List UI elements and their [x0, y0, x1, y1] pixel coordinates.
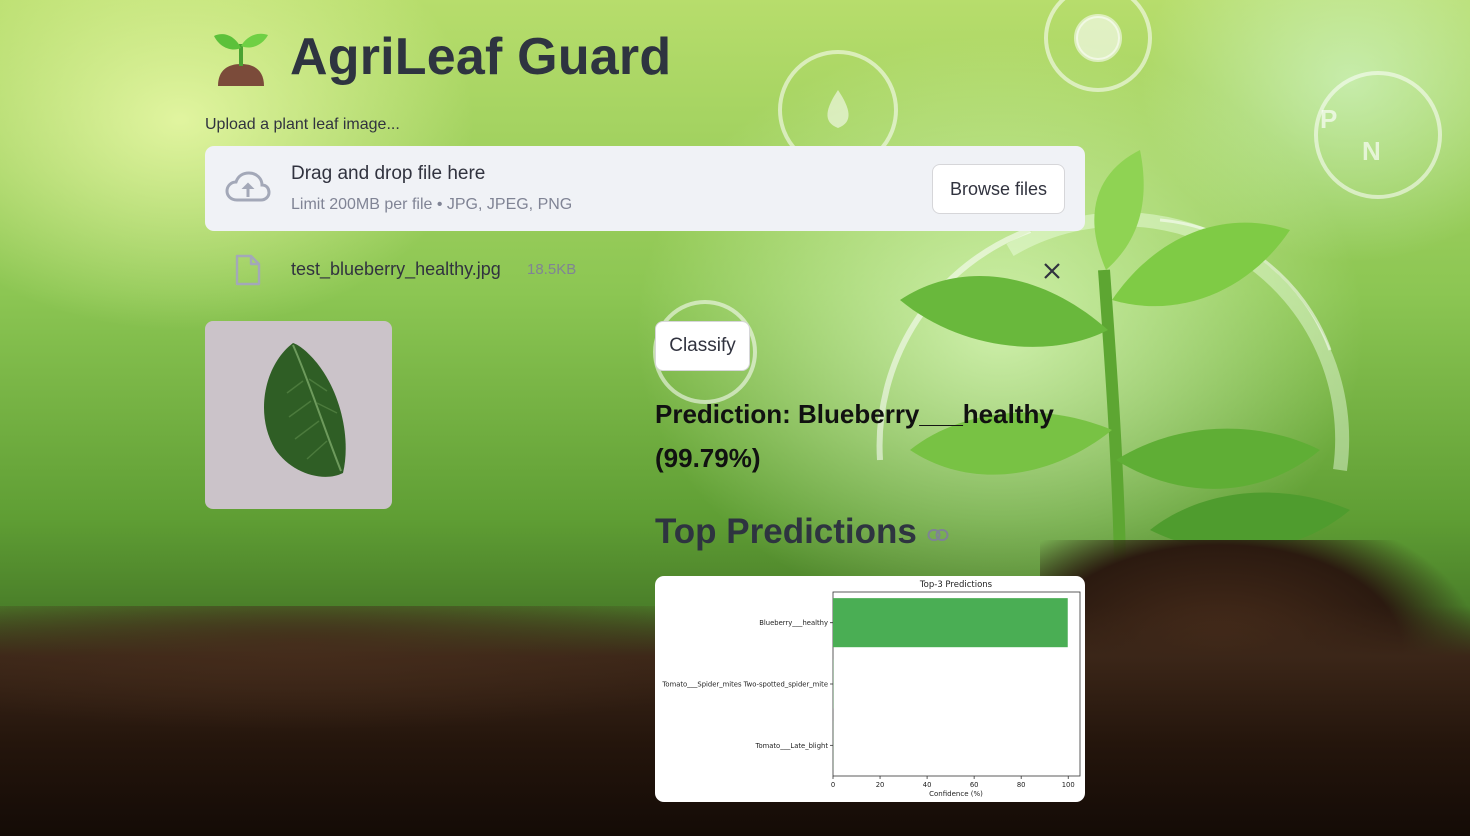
- browse-files-button[interactable]: Browse files: [932, 164, 1065, 214]
- header: AgriLeaf Guard: [210, 24, 671, 90]
- chart-title: Top-3 Predictions: [919, 580, 993, 590]
- link-icon[interactable]: [927, 528, 949, 542]
- dropzone-title: Drag and drop file here: [291, 163, 486, 184]
- top-predictions-title: Top Predictions: [655, 512, 917, 551]
- app-title: AgriLeaf Guard: [290, 28, 672, 86]
- top-predictions-chart: Top-3 Predictions Blueberry___healthy Tom…: [655, 576, 1085, 802]
- chart-y-tick-label: Tomato___Spider_mites Two-spotted_spider…: [661, 681, 828, 689]
- chart-y-tick-label: Tomato___Late_blight: [754, 742, 828, 750]
- file-icon: [235, 254, 261, 286]
- dropzone-limit-text: Limit 200MB per file • JPG, JPEG, PNG: [291, 196, 573, 213]
- chart-canvas: Top-3 Predictions Blueberry___healthy Tom…: [661, 580, 1081, 798]
- chart-x-tick-label: 80: [1017, 781, 1026, 789]
- chart-x-tick-label: 60: [970, 781, 979, 789]
- seedling-icon: [214, 33, 268, 86]
- main-content: AgriLeaf Guard Upload a plant leaf image…: [0, 0, 1470, 836]
- chart-x-tick-label: 20: [876, 781, 885, 789]
- chart-bar: [833, 598, 1068, 648]
- upload-label: Upload a plant leaf image...: [205, 116, 400, 133]
- prediction-result: Prediction: Blueberry___healthy (99.79%): [655, 399, 1054, 473]
- uploaded-file-name: test_blueberry_healthy.jpg: [291, 259, 501, 279]
- uploaded-leaf-image: [205, 321, 392, 509]
- chart-x-tick-label: 100: [1062, 781, 1075, 789]
- uploaded-file-row: test_blueberry_healthy.jpg 18.5KB: [205, 248, 1085, 292]
- chart-x-tick-label: 0: [831, 781, 835, 789]
- file-dropzone[interactable]: Drag and drop file here Limit 200MB per …: [205, 146, 1085, 231]
- chart-x-axis-label: Confidence (%): [929, 790, 983, 798]
- cloud-upload-icon: [225, 171, 271, 202]
- classify-button[interactable]: Classify: [655, 321, 750, 371]
- uploaded-file-size: 18.5KB: [527, 261, 577, 278]
- chart-y-tick-label: Blueberry___healthy: [759, 619, 828, 627]
- close-icon[interactable]: [1043, 262, 1061, 280]
- chart-x-tick-label: 40: [923, 781, 932, 789]
- top-predictions-heading: Top Predictions: [655, 512, 949, 552]
